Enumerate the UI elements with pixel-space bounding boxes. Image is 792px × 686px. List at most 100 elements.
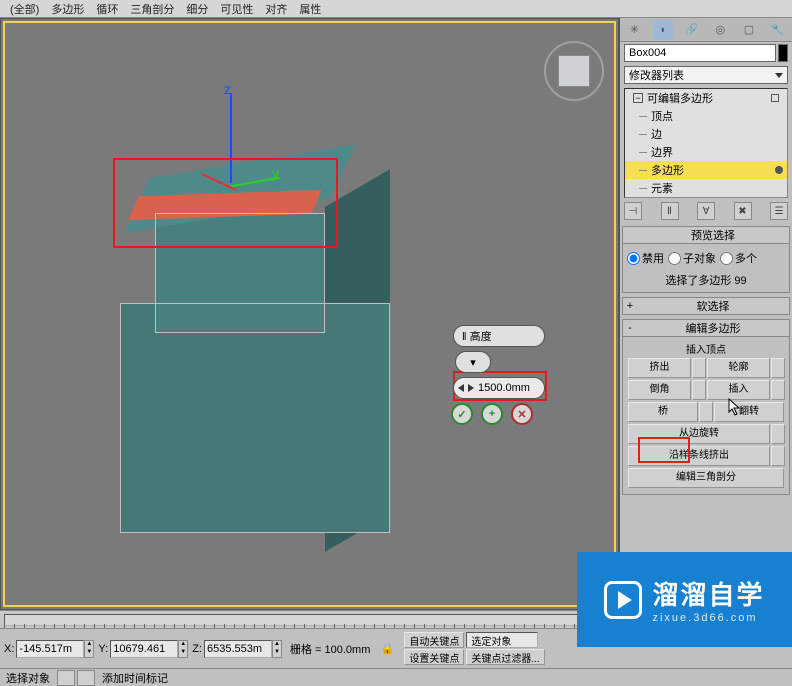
- menu-props[interactable]: 属性: [293, 0, 327, 17]
- extrude-settings-button[interactable]: [692, 358, 706, 378]
- configure-sets-icon[interactable]: ☰: [770, 202, 788, 220]
- model-wire: [120, 303, 390, 533]
- stack-sub-vertex[interactable]: 顶点: [625, 107, 787, 125]
- coord-x-value[interactable]: -145.517m: [16, 640, 84, 658]
- rollout-preview-header[interactable]: 预览选择: [622, 226, 790, 244]
- modifier-list-label: 修改器列表: [629, 67, 684, 83]
- outline-settings-button[interactable]: [771, 358, 785, 378]
- stack-sub-element[interactable]: 元素: [625, 179, 787, 197]
- command-panel: ✳ ◗ 🔗 ◎ ▢ 🔧 修改器列表 − 可编辑多边形 顶点 边 边界: [619, 18, 792, 610]
- insert-vertex-button[interactable]: 插入顶点: [627, 341, 785, 356]
- coord-x-spinner[interactable]: ▲▼: [84, 640, 94, 658]
- tab-motion-icon[interactable]: ◎: [710, 20, 730, 40]
- modifier-list-dropdown[interactable]: 修改器列表: [624, 66, 788, 84]
- menu-align[interactable]: 对齐: [259, 0, 293, 17]
- edit-tri-button[interactable]: 编辑三角剖分: [628, 468, 784, 488]
- object-color-swatch[interactable]: [778, 44, 788, 62]
- watermark-title: 溜溜自学: [652, 575, 764, 612]
- inset-settings-button[interactable]: [771, 380, 785, 400]
- rollout-preview-body: 禁用 子对象 多个 选择了多边形 99: [622, 244, 790, 293]
- viewport-active-border: z y ‖ 高度 ▾: [3, 21, 616, 607]
- stack-active-dot: [775, 166, 783, 174]
- coord-z-value[interactable]: 6535.553m: [204, 640, 272, 658]
- caddy-dropdown[interactable]: ▾: [455, 351, 491, 373]
- spline-settings-button[interactable]: [771, 446, 785, 466]
- caddy-value-spinner[interactable]: 1500.0mm: [453, 377, 545, 399]
- spinner-down-icon[interactable]: [458, 384, 464, 392]
- tab-modify-icon[interactable]: ◗: [653, 20, 673, 40]
- key-filters-button[interactable]: 关键点过滤器...: [466, 649, 544, 665]
- keyframe-controls: 自动关键点 选定对象 设置关键点 关键点过滤器...: [404, 632, 544, 665]
- rollout-soft-header[interactable]: + 软选择: [622, 297, 790, 315]
- remove-modifier-icon[interactable]: ✖: [734, 202, 752, 220]
- extrude-button[interactable]: 挤出: [628, 358, 691, 378]
- caddy-value: 1500.0mm: [478, 382, 530, 394]
- caddy-apply-button[interactable]: +: [481, 403, 503, 425]
- stack-sub-border[interactable]: 边界: [625, 143, 787, 161]
- bridge-button[interactable]: 桥: [628, 402, 698, 422]
- coord-z-label: Z:: [190, 643, 204, 655]
- hinge-settings-button[interactable]: [771, 424, 785, 444]
- caddy-ok-button[interactable]: ✓: [451, 403, 473, 425]
- tab-utilities-icon[interactable]: 🔧: [768, 20, 788, 40]
- bevel-button[interactable]: 倒角: [628, 380, 691, 400]
- outline-button[interactable]: 轮廓: [707, 358, 770, 378]
- pin-stack-icon[interactable]: ⊣: [624, 202, 642, 220]
- watermark: 溜溜自学 zixue.3d66.com: [577, 552, 792, 647]
- coord-y-spinner[interactable]: ▲▼: [178, 640, 188, 658]
- tag-icon[interactable]: [77, 670, 95, 686]
- rollout-edit-body: 插入顶点 挤出 轮廓 倒角 插入 桥 翻转 从边旋转 沿样条线挤出 编辑三角剖分: [622, 337, 790, 495]
- prompt-bar: 选择对象 添加时间标记: [0, 668, 792, 686]
- lock-selection-icon[interactable]: 🔒: [378, 640, 396, 658]
- menu-vis[interactable]: 可见性: [214, 0, 259, 17]
- menu-all[interactable]: (全部): [4, 0, 45, 17]
- coord-y: Y: 10679.461 ▲▼: [96, 640, 188, 658]
- menu-subdiv[interactable]: 细分: [180, 0, 214, 17]
- menu-tri[interactable]: 三角剖分: [124, 0, 180, 17]
- flip-button[interactable]: 翻转: [714, 402, 784, 422]
- show-end-result-icon[interactable]: Ⅱ: [661, 202, 679, 220]
- coord-z-spinner[interactable]: ▲▼: [272, 640, 282, 658]
- caddy-height-label: ‖ 高度: [453, 325, 545, 347]
- rollout-edit-header[interactable]: - 编辑多边形: [622, 319, 790, 337]
- stack-tools: ⊣ Ⅱ ∀ ✖ ☰: [624, 202, 788, 220]
- collapse-toggle-icon[interactable]: −: [633, 93, 643, 103]
- grid-size-label: 栅格 = 100.0mm: [290, 641, 370, 657]
- tab-display-icon[interactable]: ▢: [739, 20, 759, 40]
- make-unique-icon[interactable]: ∀: [697, 202, 715, 220]
- coord-y-value[interactable]: 10679.461: [110, 640, 178, 658]
- auto-key-button[interactable]: 自动关键点: [404, 632, 464, 648]
- inset-button[interactable]: 插入: [707, 380, 770, 400]
- caddy-cancel-button[interactable]: ✕: [511, 403, 533, 425]
- command-panel-tabs: ✳ ◗ 🔗 ◎ ▢ 🔧: [620, 18, 792, 42]
- preview-off-radio[interactable]: 禁用: [627, 250, 664, 266]
- set-key-button[interactable]: 设置关键点: [404, 649, 464, 665]
- tab-create-icon[interactable]: ✳: [624, 20, 644, 40]
- object-name-field[interactable]: [624, 44, 776, 62]
- viewcube[interactable]: [544, 41, 604, 101]
- menu-loop[interactable]: 循环: [90, 0, 124, 17]
- preview-subobj-radio[interactable]: 子对象: [668, 250, 716, 266]
- caddy-height-text: ‖ 高度: [462, 328, 492, 344]
- lock-icon[interactable]: [57, 670, 75, 686]
- modifier-stack[interactable]: − 可编辑多边形 顶点 边 边界 多边形 元素: [624, 88, 788, 198]
- spinner-up-icon[interactable]: [468, 384, 474, 392]
- prompt-text: 选择对象: [0, 670, 56, 686]
- dropdown-arrow-icon: [775, 73, 783, 78]
- annotation-box: [113, 158, 338, 248]
- stack-sub-edge[interactable]: 边: [625, 125, 787, 143]
- preview-multi-radio[interactable]: 多个: [720, 250, 757, 266]
- watermark-play-icon: [604, 581, 642, 619]
- key-filter-select[interactable]: 选定对象: [466, 632, 538, 648]
- tab-hierarchy-icon[interactable]: 🔗: [682, 20, 702, 40]
- stack-root-label: 可编辑多边形: [647, 90, 713, 106]
- viewcube-cube[interactable]: [558, 55, 590, 87]
- stack-root[interactable]: − 可编辑多边形: [625, 89, 787, 107]
- gizmo-z-label: z: [224, 81, 231, 97]
- viewport[interactable]: z y ‖ 高度 ▾: [0, 18, 619, 610]
- bevel-settings-button[interactable]: [692, 380, 706, 400]
- stack-sub-polygon[interactable]: 多边形: [625, 161, 787, 179]
- add-time-tag-label[interactable]: 添加时间标记: [96, 670, 174, 686]
- menu-polygon[interactable]: 多边形: [45, 0, 90, 17]
- bridge-settings-button[interactable]: [699, 402, 713, 422]
